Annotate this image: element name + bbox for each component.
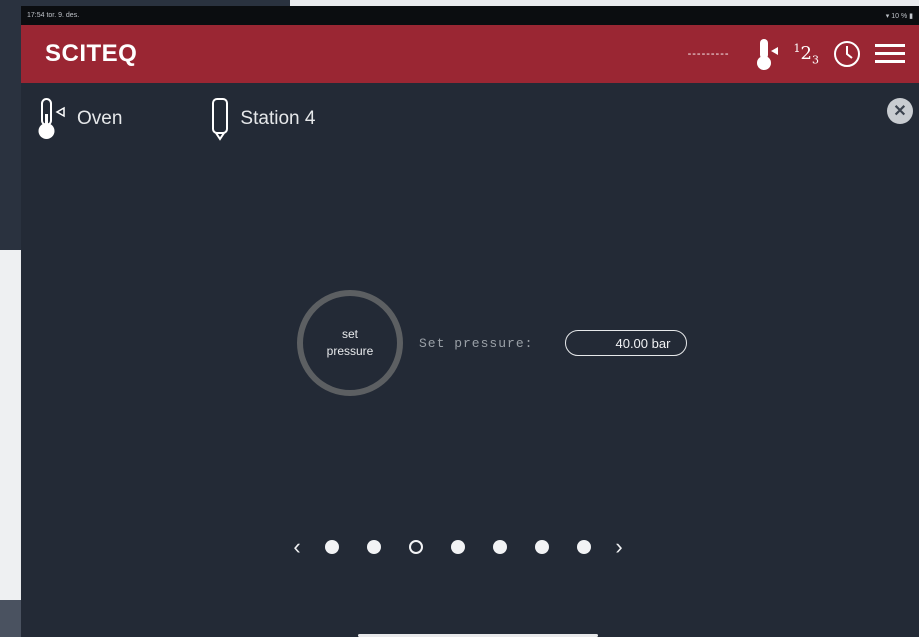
oven-icon: [38, 98, 65, 139]
set-pressure-line1: set: [341, 327, 358, 341]
oven-selector[interactable]: Oven: [37, 96, 122, 142]
page-indicator: ‹ ›: [283, 534, 633, 560]
menu-button[interactable]: [875, 42, 905, 66]
menu-icon: [875, 44, 905, 63]
prev-page-button[interactable]: ‹: [283, 534, 311, 560]
status-dashes: ---------: [687, 48, 730, 60]
station-label: Station 4: [240, 108, 316, 129]
pressure-input[interactable]: 40.00 bar: [565, 330, 688, 356]
page-dot-6[interactable]: [535, 540, 549, 554]
brand-logo: SCITEQ: [45, 40, 138, 67]
device-header: Oven Station 4: [37, 96, 315, 142]
counter-icon: 123: [793, 41, 819, 67]
close-icon: ✕: [893, 103, 907, 120]
thermometer-icon: [756, 39, 778, 70]
page-dot-2[interactable]: [367, 540, 381, 554]
counter-button[interactable]: 123: [794, 42, 819, 67]
set-pressure-panel: set pressure Set pressure: 40.00 bar: [297, 290, 688, 396]
oven-label: Oven: [77, 108, 123, 129]
app-window: 17:54 tor. 9. des. ▾ 10 % ▮ SCITEQ -----…: [21, 6, 919, 637]
background-panel: [0, 250, 20, 600]
station-tube-icon: [212, 98, 229, 141]
page-dot-4[interactable]: [451, 540, 465, 554]
app-header: SCITEQ --------- 123: [21, 25, 919, 83]
clock-button[interactable]: [833, 40, 861, 68]
close-button[interactable]: ✕: [887, 98, 913, 124]
status-bar: 17:54 tor. 9. des. ▾ 10 % ▮: [21, 6, 919, 25]
status-time: 17:54 tor. 9. des.: [27, 12, 80, 19]
page-dot-3-current[interactable]: [409, 540, 423, 554]
status-battery: ▾ 10 % ▮: [885, 12, 913, 20]
next-page-button[interactable]: ›: [605, 534, 633, 560]
page-dot-1[interactable]: [325, 540, 339, 554]
page-dot-5[interactable]: [493, 540, 507, 554]
page-dot-7[interactable]: [577, 540, 591, 554]
station-selector[interactable]: Station 4: [210, 96, 315, 142]
set-pressure-line2: pressure: [326, 344, 374, 358]
set-pressure-label: Set pressure:: [419, 335, 534, 351]
thermometer-button[interactable]: [754, 37, 780, 71]
clock-icon: [834, 41, 860, 67]
set-pressure-button[interactable]: set pressure: [297, 290, 403, 396]
